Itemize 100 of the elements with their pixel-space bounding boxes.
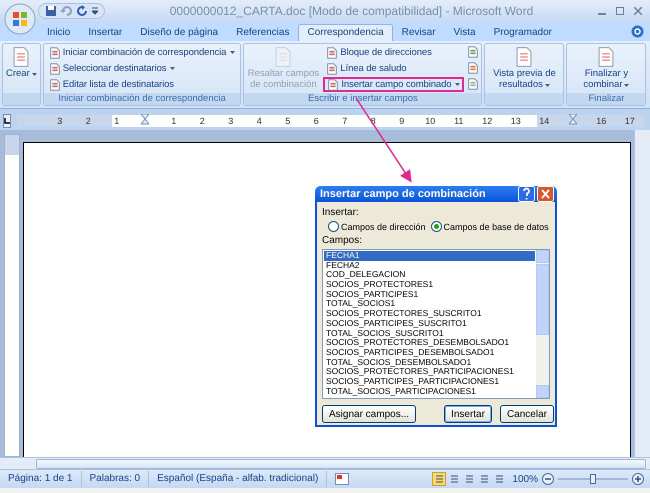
list-item[interactable]: SOCIOS_PROTECTORES1: [324, 280, 535, 290]
update-labels-icon: [467, 78, 480, 90]
ruler-number: 6: [312, 116, 320, 126]
zoom-in-icon[interactable]: [632, 473, 644, 485]
caret-icon: [455, 83, 460, 86]
close-icon[interactable]: [634, 7, 642, 15]
horizontal-scrollbar[interactable]: [0, 457, 650, 469]
ruler-number: 5: [284, 116, 292, 126]
ribbon-button[interactable]: Vista previa de resultados: [487, 45, 562, 91]
ruler-number: 2: [198, 116, 206, 126]
list-item[interactable]: SOCIOS_PROTECTORES_SUSCRITO1: [324, 309, 535, 319]
document-icon: [326, 46, 338, 58]
zoom-out-icon[interactable]: [542, 473, 554, 485]
tab-stop-icon: [4, 118, 10, 124]
ribbon-tab[interactable]: Correspondencia: [298, 24, 393, 41]
view-button[interactable]: [432, 472, 446, 486]
dialog-title: Insertar campo de combinación: [320, 188, 487, 200]
ruler-number: 12: [481, 116, 494, 126]
ribbon-tab[interactable]: Diseño de página: [131, 24, 228, 41]
ribbon-button[interactable]: Seleccionar destinatarios: [46, 61, 238, 76]
ribbon-tab[interactable]: Programador: [484, 24, 561, 41]
ruler-number: 13: [510, 116, 522, 126]
list-item[interactable]: TOTAL_SOCIOS_SUSCRITO1: [324, 328, 535, 338]
indent-marker-icon[interactable]: [568, 114, 577, 126]
list-item[interactable]: SOCIOS_PROTECTORES_PARTICIPACIONES1: [324, 367, 535, 377]
caret-icon: [32, 73, 37, 76]
ribbon-tab[interactable]: Revisar: [392, 24, 445, 41]
radio-option[interactable]: Campos de dirección: [328, 221, 426, 232]
dropdown-icon[interactable]: [92, 7, 98, 15]
ribbon-button[interactable]: Crear: [5, 45, 38, 80]
ruler-number: 2: [84, 116, 92, 126]
status-item: Página: 1 de 1: [0, 471, 82, 487]
caret-icon: [170, 67, 176, 70]
ruler-number: 17: [624, 116, 636, 126]
ribbon-button[interactable]: Bloque de direcciones: [323, 45, 464, 60]
redo-icon[interactable]: [77, 5, 89, 17]
ribbon-tab[interactable]: Referencias: [227, 24, 298, 41]
vertical-scrollbar[interactable]: [634, 130, 650, 457]
language-icon[interactable]: [335, 473, 350, 485]
group-label: Finalizar: [567, 93, 646, 105]
group-footer: [3, 93, 40, 105]
ribbon-tab[interactable]: Inicio: [38, 24, 80, 41]
list-item[interactable]: COD_DELEGACION: [324, 270, 535, 280]
indent-marker-icon[interactable]: [141, 114, 150, 126]
list-item[interactable]: FECHA1: [324, 251, 535, 261]
caret-icon: [544, 84, 550, 86]
dialog-button[interactable]: Cancelar: [500, 405, 554, 423]
save-icon[interactable]: [45, 5, 57, 17]
ruler-number: 3: [56, 116, 64, 126]
status-item: Español (España - alfab. tradicional): [149, 471, 328, 487]
zoom-level: 100%: [512, 474, 538, 484]
list-item[interactable]: SOCIOS_PARTICIPES_PARTICIPACIONES1: [324, 376, 535, 387]
ruler-number: 11: [453, 116, 464, 126]
ruler-number: 4: [256, 116, 263, 126]
page-view-icon: [464, 474, 474, 484]
ribbon-tab[interactable]: Insertar: [79, 24, 132, 41]
document-icon: [48, 62, 61, 74]
ribbon-button[interactable]: Editar lista de destinatarios: [46, 77, 238, 92]
document-icon: [596, 46, 616, 68]
ruler-number: 1: [113, 116, 120, 126]
document-icon: [327, 78, 340, 90]
caret-icon: [230, 51, 236, 54]
page-view-icon: [494, 474, 504, 484]
group-label: Escribir e insertar campos: [244, 93, 482, 105]
document-icon: [48, 46, 61, 58]
maximize-icon[interactable]: [616, 7, 624, 15]
ruler-number: 1: [170, 116, 178, 126]
document-icon: [11, 46, 32, 68]
list-item[interactable]: TOTAL_SOCIOS1: [324, 299, 535, 310]
list-item[interactable]: SOCIOS_PARTICIPES_SUSCRITO1: [324, 318, 535, 328]
match-fields-icon: [467, 62, 480, 74]
ribbon-button[interactable]: Línea de saludo: [323, 61, 464, 76]
page-view-icon: [434, 474, 444, 484]
list-scrollbar[interactable]: [536, 250, 549, 398]
document-icon: [273, 46, 294, 68]
dialog-button[interactable]: Insertar: [444, 405, 492, 423]
zoom-thumb[interactable]: [590, 474, 596, 484]
office-button[interactable]: [4, 3, 36, 35]
ribbon-button[interactable]: Finalizar y combinar: [569, 45, 644, 91]
fields-label: Campos:: [322, 235, 364, 246]
rules-icon: [467, 46, 480, 58]
list-item[interactable]: SOCIOS_PARTICIPES1: [324, 290, 535, 300]
tab-stop-button[interactable]: [3, 114, 11, 128]
list-item[interactable]: SOCIOS_PARTICIPES_DESEMBOLSADO1: [324, 348, 535, 358]
radio-option[interactable]: Campos de base de datos: [430, 221, 549, 232]
ribbon-button[interactable]: Insertar campo combinado: [323, 77, 464, 92]
status-item: Palabras: 0: [82, 471, 150, 487]
list-item[interactable]: FECHA2: [324, 260, 535, 270]
ruler-number: 9: [398, 116, 406, 126]
page-view-icon: [480, 474, 489, 484]
list-item[interactable]: TOTAL_SOCIOS_PARTICIPACIONES1: [324, 386, 535, 396]
caret-icon: [624, 84, 630, 86]
list-item[interactable]: SOCIOS_PROTECTORES_DESEMBOLSADO1: [324, 338, 535, 348]
group-label: Iniciar combinación de correspondencia: [44, 93, 240, 105]
ribbon-tab[interactable]: Vista: [444, 24, 485, 41]
ribbon-button[interactable]: Iniciar combinación de correspondencia: [46, 45, 238, 60]
list-item[interactable]: TOTAL_SOCIOS_DESEMBOLSADO1: [324, 358, 535, 368]
dialog-button[interactable]: Asignar campos...: [322, 405, 416, 423]
ruler-number: 3: [227, 116, 234, 126]
insert-label: Insertar:: [322, 207, 360, 218]
